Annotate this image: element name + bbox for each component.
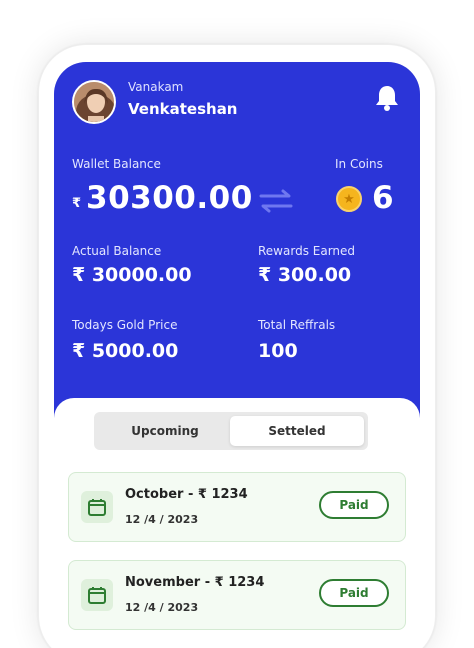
- rewards-earned-value: ₹ 300.00: [258, 264, 352, 286]
- actual-balance-value: ₹ 30000.00: [72, 264, 192, 286]
- rewards-earned-label: Rewards Earned: [258, 244, 356, 258]
- coin-icon: ★: [336, 186, 362, 212]
- status-toggle: Upcoming Setteled: [94, 412, 368, 450]
- payment-date: 12 /4 / 2023: [125, 513, 199, 526]
- avatar-photo: [74, 82, 114, 122]
- in-coins-label: In Coins: [335, 157, 383, 171]
- payment-title: November - ₹ 1234: [125, 575, 265, 590]
- tab-upcoming[interactable]: Upcoming: [98, 416, 232, 446]
- wallet-currency: ₹: [72, 196, 82, 211]
- payments-sheet: Upcoming Setteled October - ₹ 1234 12 /4…: [54, 398, 420, 648]
- payment-card[interactable]: October - ₹ 1234 12 /4 / 2023 Paid: [68, 472, 406, 542]
- paid-button[interactable]: Paid: [319, 491, 389, 519]
- total-referrals-label: Total Reffrals: [258, 318, 336, 332]
- paid-button[interactable]: Paid: [319, 579, 389, 607]
- payment-title: October - ₹ 1234: [125, 487, 248, 502]
- total-referrals-value: 100: [258, 340, 298, 362]
- payment-date: 12 /4 / 2023: [125, 601, 199, 614]
- stage: Vanakam Venkateshan Wallet Balance In Co…: [0, 0, 474, 648]
- actual-balance-label: Actual Balance: [72, 244, 162, 258]
- wallet-balance-value: 30300.00: [86, 180, 253, 216]
- bell-icon[interactable]: [374, 84, 400, 112]
- user-name: Venkateshan: [128, 100, 238, 118]
- wallet-balance-label: Wallet Balance: [72, 157, 161, 171]
- calendar-icon: [81, 491, 113, 523]
- app-screen: Vanakam Venkateshan Wallet Balance In Co…: [54, 62, 420, 648]
- gold-price-label: Todays Gold Price: [72, 318, 178, 332]
- balance-header: Vanakam Venkateshan Wallet Balance In Co…: [54, 62, 420, 422]
- payment-card[interactable]: November - ₹ 1234 12 /4 / 2023 Paid: [68, 560, 406, 630]
- coins-value: 6: [372, 180, 394, 216]
- tab-setteled[interactable]: Setteled: [230, 416, 364, 446]
- calendar-icon: [81, 579, 113, 611]
- greeting-text: Vanakam: [128, 80, 184, 94]
- swap-arrows-icon[interactable]: [258, 188, 294, 214]
- gold-price-value: ₹ 5000.00: [72, 340, 179, 362]
- avatar[interactable]: [72, 80, 116, 124]
